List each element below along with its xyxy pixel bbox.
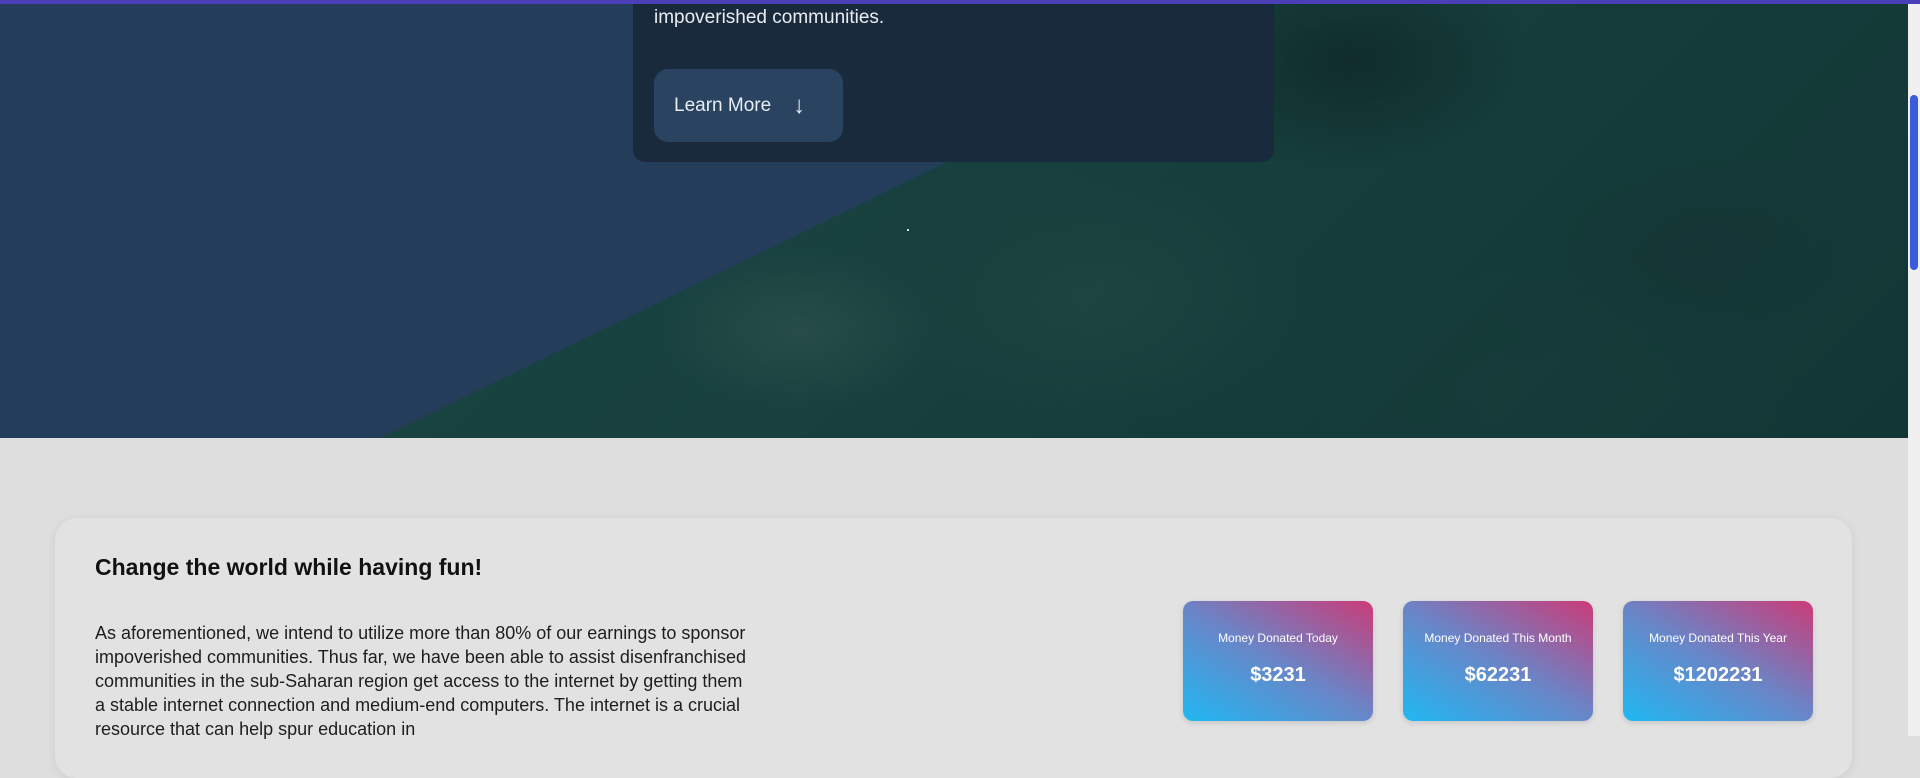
content-card: Change the world while having fun! As af… bbox=[55, 518, 1852, 778]
scrollbar-thumb[interactable] bbox=[1910, 95, 1918, 270]
stat-value: $62231 bbox=[1464, 664, 1532, 686]
section-body: As aforementioned, we intend to utilize … bbox=[95, 623, 747, 739]
learn-more-label: Learn More bbox=[674, 94, 772, 116]
stat-card-month: Money Donated This Month $62231 bbox=[1403, 601, 1593, 721]
stat-card-year: Money Donated This Year $1202231 bbox=[1623, 601, 1813, 721]
arrow-down-icon: ↓ bbox=[793, 91, 806, 119]
stat-card-today: Money Donated Today $3231 bbox=[1183, 601, 1373, 721]
stat-label: Money Donated This Month bbox=[1424, 631, 1572, 645]
stat-label: Money Donated Today bbox=[1218, 631, 1338, 645]
hero-section: impoverished communities. Learn More ↓ bbox=[0, 0, 1908, 438]
stat-value: $3231 bbox=[1250, 664, 1306, 686]
learn-more-button[interactable]: Learn More ↓ bbox=[654, 69, 843, 142]
hero-text: impoverished communities. bbox=[654, 7, 885, 28]
top-accent-line bbox=[0, 0, 1920, 4]
hero-background-speck bbox=[907, 229, 909, 231]
stat-label: Money Donated This Year bbox=[1649, 631, 1787, 645]
section-title: Change the world while having fun! bbox=[95, 554, 483, 580]
hero-card: impoverished communities. Learn More ↓ bbox=[633, 0, 1274, 162]
stat-value: $1202231 bbox=[1673, 664, 1763, 686]
